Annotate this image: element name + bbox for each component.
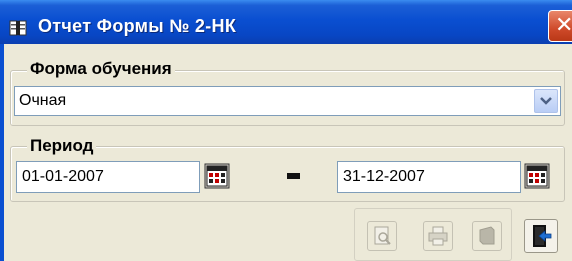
calendar-icon <box>204 163 230 189</box>
preview-icon <box>374 226 391 245</box>
study-form-select[interactable]: Очная <box>14 86 561 116</box>
title-bar[interactable]: Отчет Формы № 2-НК ✕ <box>0 0 572 44</box>
chevron-down-icon <box>540 97 552 105</box>
report-book-icon <box>9 20 27 36</box>
window-title: Отчет Формы № 2-НК <box>38 16 237 36</box>
study-form-label: Форма обучения <box>27 59 175 79</box>
exit-icon <box>533 225 552 247</box>
date-to-field[interactable]: 31-12-2007 <box>337 161 521 193</box>
date-to-calendar-button[interactable] <box>524 163 550 189</box>
print-button[interactable] <box>423 221 453 251</box>
close-button[interactable]: ✕ <box>548 10 572 42</box>
dropdown-button[interactable] <box>534 89 558 113</box>
date-from-field[interactable]: 01-01-2007 <box>16 161 200 193</box>
period-label: Период <box>27 136 97 156</box>
window-frame-left <box>0 44 4 261</box>
preview-button[interactable] <box>367 221 397 251</box>
export-icon <box>479 226 495 245</box>
study-form-selected-value: Очная <box>19 92 67 109</box>
period-separator <box>287 173 300 179</box>
print-icon <box>428 226 448 246</box>
close-icon: ✕ <box>555 13 572 38</box>
export-button[interactable] <box>472 221 502 251</box>
date-from-calendar-button[interactable] <box>204 163 230 189</box>
exit-button[interactable] <box>524 219 558 253</box>
calendar-icon <box>524 163 550 189</box>
